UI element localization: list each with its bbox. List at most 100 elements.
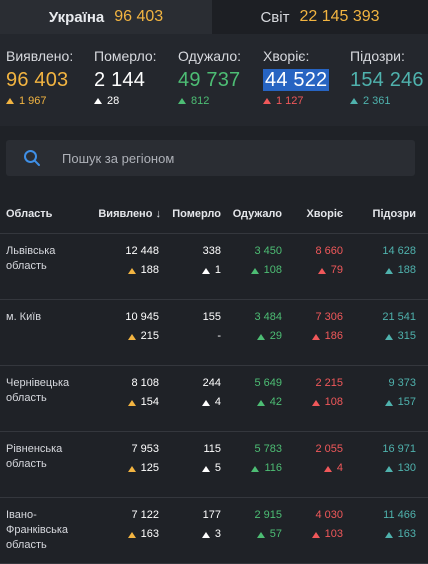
search-input[interactable] xyxy=(52,150,415,166)
arrow-up-icon xyxy=(127,531,136,538)
sick-cell: 2 055 4 xyxy=(315,442,343,476)
arrow-up-icon xyxy=(323,465,332,472)
deaths-delta: 4 xyxy=(214,396,221,408)
recovered-cell: 3 450 108 xyxy=(250,244,282,278)
arrow-up-icon xyxy=(384,531,393,538)
tab-world[interactable]: Світ 22 145 393 xyxy=(212,0,428,34)
stat-suspected: Підозри: 154 246 2 361 xyxy=(350,48,424,107)
stat-deaths-delta: 28 xyxy=(107,95,120,107)
table-header: Область Виявлено ↓ Померло Одужало Хворі… xyxy=(0,192,428,234)
sick-value: 7 306 xyxy=(315,311,343,323)
deaths-delta: 3 xyxy=(214,528,221,540)
regions-table: Область Виявлено ↓ Померло Одужало Хворі… xyxy=(0,192,428,564)
recovered-delta: 108 xyxy=(263,264,282,276)
stat-confirmed-label: Виявлено: xyxy=(6,48,74,64)
arrow-up-icon xyxy=(127,333,136,340)
header-suspected[interactable]: Підозри xyxy=(373,208,416,220)
deaths-cell: 244 4 xyxy=(201,376,221,410)
suspected-value: 21 541 xyxy=(382,311,416,323)
confirmed-cell: 7 953 125 xyxy=(127,442,159,476)
suspected-cell: 16 971 130 xyxy=(382,442,416,476)
suspected-cell: 11 466 163 xyxy=(383,508,416,542)
deaths-value: 338 xyxy=(202,245,221,257)
sick-value: 4 030 xyxy=(315,509,343,521)
sick-delta: 79 xyxy=(330,264,343,276)
table-row[interactable]: м. Київ 10 945 215 155 - 3 484 29 7 306 … xyxy=(0,300,428,366)
confirmed-delta: 215 xyxy=(140,330,159,342)
table-row[interactable]: Львівська область 12 448 188 338 1 3 450… xyxy=(0,234,428,300)
recovered-cell: 3 484 29 xyxy=(254,310,282,344)
table-body: Львівська область 12 448 188 338 1 3 450… xyxy=(0,234,428,564)
confirmed-cell: 8 108 154 xyxy=(127,376,159,410)
recovered-cell: 2 915 57 xyxy=(254,508,282,542)
sick-cell: 4 030 103 xyxy=(311,508,343,542)
stat-confirmed-value: 96 403 xyxy=(6,69,69,91)
sick-value: 2 055 xyxy=(315,443,343,455)
stat-suspected-delta: 2 361 xyxy=(363,95,391,107)
confirmed-cell: 10 945 215 xyxy=(125,310,159,344)
tab-ukraine[interactable]: Україна 96 403 xyxy=(0,0,212,34)
recovered-cell: 5 783 116 xyxy=(251,442,282,476)
header-sick[interactable]: Хворіє xyxy=(306,208,343,220)
arrow-up-icon xyxy=(6,98,14,104)
sick-delta: 4 xyxy=(336,462,343,474)
stat-suspected-value: 154 246 xyxy=(350,69,424,91)
confirmed-cell: 12 448 188 xyxy=(125,244,159,278)
deaths-delta: 1 xyxy=(214,264,221,276)
arrow-up-icon xyxy=(384,465,393,472)
header-deaths[interactable]: Померло xyxy=(172,208,221,220)
sick-delta: 186 xyxy=(324,330,343,342)
table-row[interactable]: Чернівецька область 8 108 154 244 4 5 64… xyxy=(0,366,428,432)
stat-sick-label: Хворіє: xyxy=(263,48,310,64)
tab-ukraine-label: Україна xyxy=(48,8,105,26)
stat-recovered-label: Одужало: xyxy=(178,48,242,64)
suspected-value: 16 971 xyxy=(382,443,416,455)
arrow-up-icon xyxy=(317,267,326,274)
region-tabs: Україна 96 403 Світ 22 145 393 xyxy=(0,0,428,34)
table-row[interactable]: Рівненська область 7 953 125 115 5 5 783… xyxy=(0,432,428,498)
region-name: Рівненська область xyxy=(6,443,63,470)
arrow-up-icon xyxy=(201,531,210,538)
region-name: м. Київ xyxy=(6,311,42,323)
arrow-up-icon xyxy=(263,98,271,104)
stat-suspected-label: Підозри: xyxy=(350,48,405,64)
suspected-cell: 14 628 188 xyxy=(382,244,416,278)
recovered-delta: 42 xyxy=(269,396,282,408)
tab-ukraine-count: 96 403 xyxy=(114,8,164,25)
stat-confirmed-delta: 1 967 xyxy=(19,95,47,107)
deaths-value: 244 xyxy=(202,377,221,389)
arrow-up-icon xyxy=(251,465,260,472)
deaths-cell: 177 3 xyxy=(201,508,221,542)
arrow-up-icon xyxy=(127,399,136,406)
recovered-cell: 5 649 42 xyxy=(254,376,282,410)
arrow-up-icon xyxy=(178,98,186,104)
table-row[interactable]: Івано-Франківська область 7 122 163 177 … xyxy=(0,498,428,564)
arrow-up-icon xyxy=(311,531,320,538)
header-confirmed[interactable]: Виявлено ↓ xyxy=(98,208,161,220)
suspected-value: 9 373 xyxy=(388,377,416,389)
header-region[interactable]: Область xyxy=(6,208,52,220)
recovered-value: 3 484 xyxy=(254,311,282,323)
search-icon[interactable] xyxy=(12,140,52,176)
tab-world-count: 22 145 393 xyxy=(299,8,380,25)
confirmed-cell: 7 122 163 xyxy=(127,508,159,542)
confirmed-value: 7 953 xyxy=(131,443,159,455)
confirmed-delta: 163 xyxy=(140,528,159,540)
deaths-value: 115 xyxy=(203,443,221,455)
header-recovered[interactable]: Одужало xyxy=(233,208,282,220)
sick-cell: 2 215 108 xyxy=(311,376,343,410)
sick-cell: 8 660 79 xyxy=(315,244,343,278)
deaths-value: 155 xyxy=(202,311,221,323)
deaths-value: 177 xyxy=(202,509,221,521)
suspected-cell: 21 541 315 xyxy=(382,310,416,344)
suspected-value: 11 466 xyxy=(383,509,416,521)
suspected-delta: 163 xyxy=(397,528,416,540)
region-search[interactable] xyxy=(6,140,415,176)
deaths-delta: 5 xyxy=(214,462,221,474)
sick-cell: 7 306 186 xyxy=(311,310,343,344)
suspected-delta: 157 xyxy=(397,396,416,408)
summary-stats: Виявлено: 96 403 1 967 Померло: 2 144 28… xyxy=(0,34,428,126)
recovered-value: 5 783 xyxy=(254,443,282,455)
deaths-cell: 155 - xyxy=(203,310,221,344)
stat-deaths-label: Померло: xyxy=(94,48,157,64)
